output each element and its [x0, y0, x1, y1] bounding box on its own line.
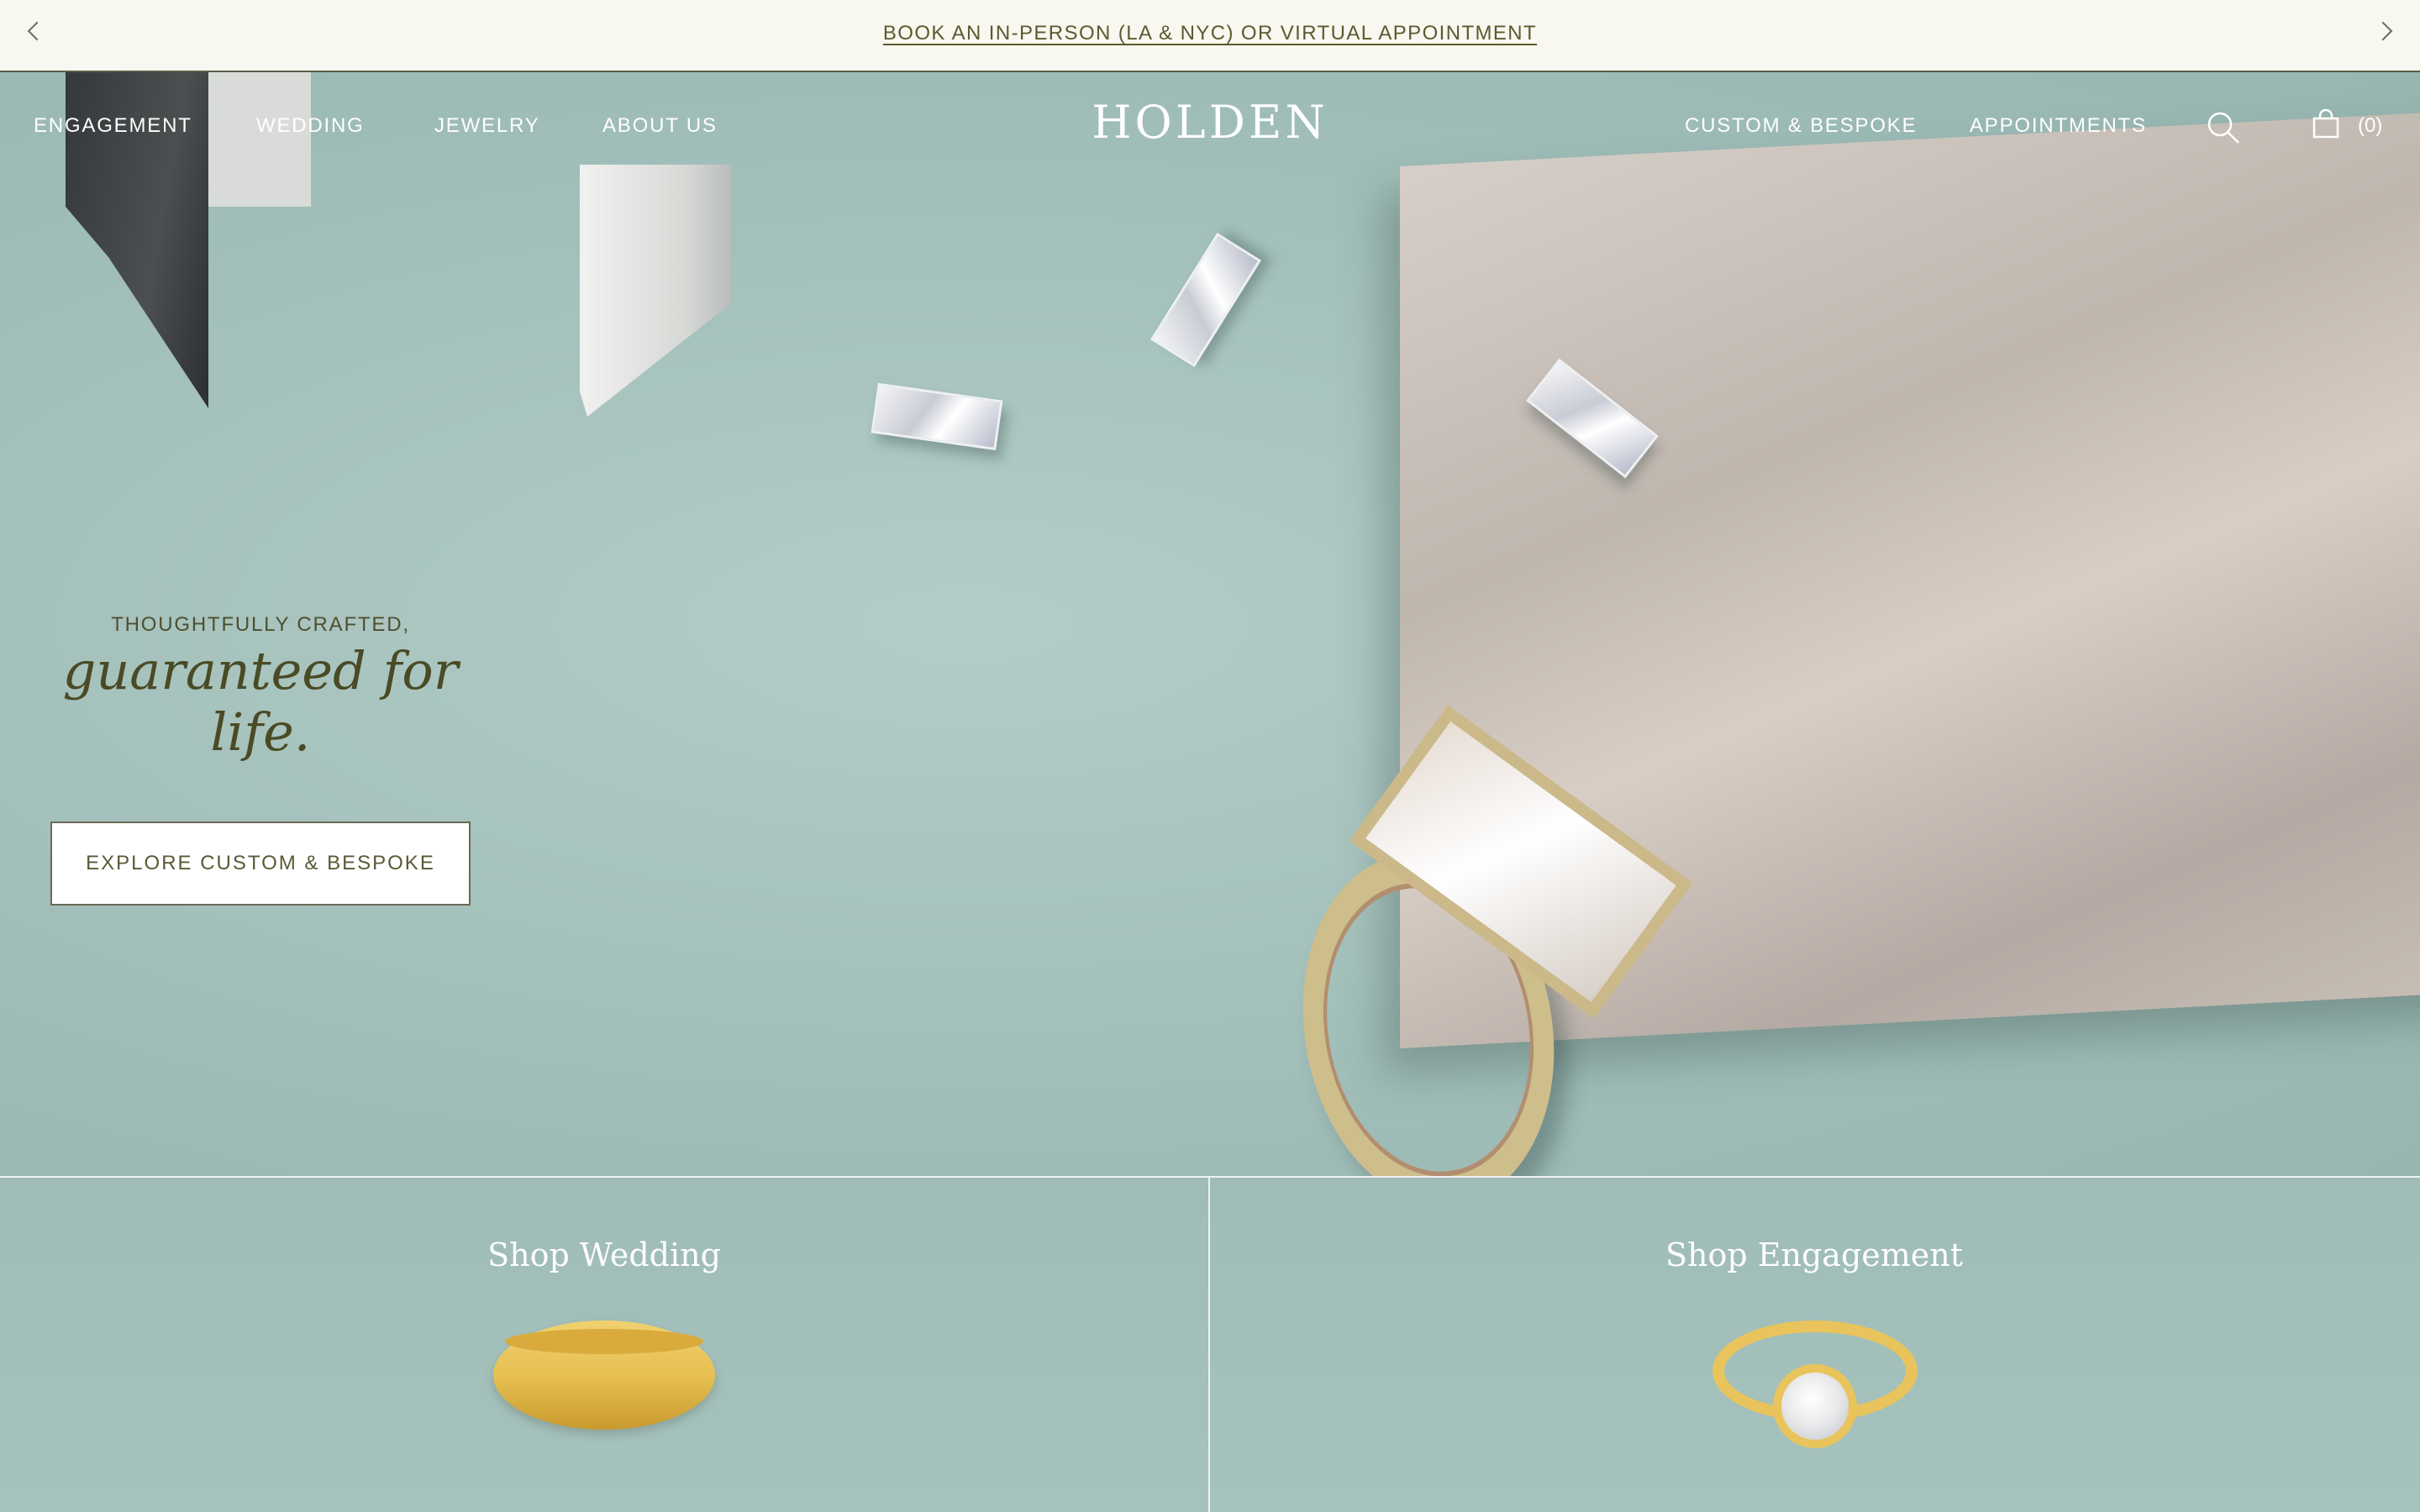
cart-icon[interactable] — [2311, 109, 2341, 139]
nav-item-custom-bespoke[interactable]: CUSTOM & BESPOKE — [1685, 114, 1917, 138]
category-strip: Shop Wedding Shop Engagement — [0, 1176, 2420, 1512]
main-nav: ENGAGEMENT WEDDING JEWELRY ABOUT US HOLD… — [0, 72, 2420, 176]
hero-section: THOUGHTFULLY CRAFTED, guaranteed for lif… — [0, 72, 2420, 1176]
engagement-stone-image — [1773, 1364, 1857, 1448]
nav-item-appointments[interactable]: APPOINTMENTS — [1970, 114, 2147, 138]
shop-wedding-title[interactable]: Shop Wedding — [0, 1236, 1208, 1273]
shop-engagement-card[interactable]: Shop Engagement — [1210, 1178, 2418, 1512]
baguette-stone-image — [871, 382, 1003, 451]
wedding-band-image — [493, 1320, 715, 1430]
hero-headline: guaranteed for life. — [62, 640, 459, 763]
caliper-jaw-image — [580, 165, 731, 417]
baguette-stone-image — [1150, 232, 1262, 368]
hero-eyebrow: THOUGHTFULLY CRAFTED, — [111, 613, 410, 636]
explore-custom-button[interactable]: EXPLORE CUSTOM & BESPOKE — [50, 822, 471, 906]
announcement-link[interactable]: BOOK AN IN-PERSON (LA & NYC) OR VIRTUAL … — [0, 22, 2420, 45]
cart-count[interactable]: (0) — [2358, 114, 2382, 138]
search-icon[interactable] — [2205, 109, 2242, 146]
announcement-bar: BOOK AN IN-PERSON (LA & NYC) OR VIRTUAL … — [0, 0, 2420, 72]
shop-wedding-card[interactable]: Shop Wedding — [0, 1178, 1210, 1512]
shop-engagement-title[interactable]: Shop Engagement — [1210, 1236, 2418, 1273]
